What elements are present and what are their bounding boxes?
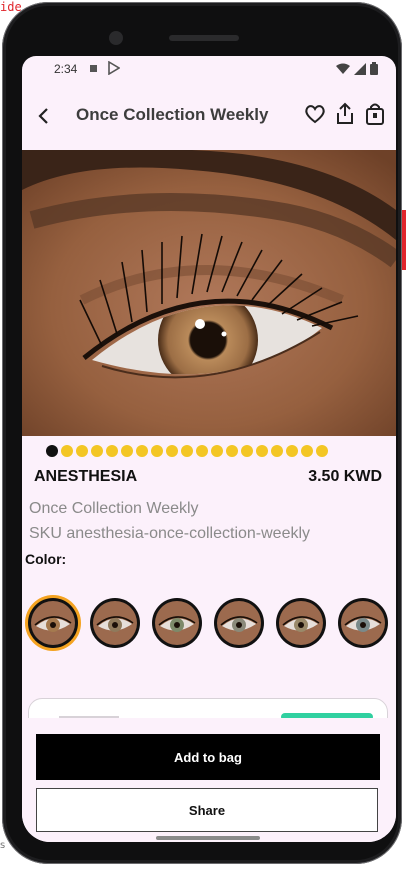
pagination-dot[interactable]	[226, 445, 238, 457]
pagination-dot[interactable]	[91, 445, 103, 457]
signal-icon	[354, 62, 366, 78]
share-button[interactable]: Share	[36, 788, 378, 832]
pagination-dot[interactable]	[106, 445, 118, 457]
status-time: 2:34	[54, 62, 78, 76]
pagination-dot[interactable]	[136, 445, 148, 457]
page-title: Once Collection Weekly	[76, 105, 269, 124]
product-price: 3.50 KWD	[308, 468, 382, 485]
pagination-dot[interactable]	[316, 445, 328, 457]
pagination-dot[interactable]	[121, 445, 133, 457]
image-pagination	[46, 445, 328, 457]
pagination-dot-active[interactable]	[46, 445, 58, 457]
color-swatch-selected[interactable]	[28, 598, 78, 648]
pagination-dot[interactable]	[181, 445, 193, 457]
notification-icon	[90, 65, 97, 72]
pagination-dot[interactable]	[286, 445, 298, 457]
color-swatch[interactable]	[338, 598, 388, 648]
share-icon[interactable]	[334, 102, 356, 126]
back-arrow-icon[interactable]	[32, 104, 56, 128]
pagination-dot[interactable]	[241, 445, 253, 457]
app-bar: Once Collection Weekly	[22, 92, 396, 138]
pagination-dot[interactable]	[301, 445, 313, 457]
earpiece	[169, 35, 239, 41]
color-swatch[interactable]	[152, 598, 202, 648]
phone-frame: 2:34 Once Collection Weekly ANESTHESIA 3…	[2, 2, 402, 864]
battery-icon	[370, 62, 378, 78]
pagination-dot[interactable]	[151, 445, 163, 457]
color-swatches	[28, 598, 396, 658]
app-screen: 2:34 Once Collection Weekly ANESTHESIA 3…	[22, 56, 396, 842]
product-sku: SKU anesthesia-once-collection-weekly	[29, 525, 311, 542]
play-store-icon	[108, 60, 121, 78]
phone-bezel: 2:34 Once Collection Weekly ANESTHESIA 3…	[6, 6, 398, 860]
shopping-bag-icon[interactable]	[364, 102, 386, 126]
pagination-dot[interactable]	[166, 445, 178, 457]
pagination-dot[interactable]	[271, 445, 283, 457]
status-bar: 2:34	[22, 56, 396, 82]
color-swatch[interactable]	[90, 598, 140, 648]
color-label: Color:	[25, 551, 67, 567]
home-indicator[interactable]	[156, 836, 260, 840]
product-image[interactable]	[22, 150, 396, 436]
color-swatch[interactable]	[276, 598, 326, 648]
pagination-dot[interactable]	[196, 445, 208, 457]
pagination-dot[interactable]	[211, 445, 223, 457]
app-bar-actions	[304, 102, 386, 126]
add-to-bag-button[interactable]: Add to bag	[36, 734, 380, 780]
status-icons	[336, 62, 378, 78]
pagination-dot[interactable]	[256, 445, 268, 457]
background-mark: s	[0, 840, 6, 851]
heart-icon[interactable]	[304, 102, 326, 126]
product-name: ANESTHESIA	[34, 468, 138, 485]
bottom-action-bar: Add to bag Share	[22, 718, 396, 842]
wifi-icon	[336, 63, 350, 78]
pagination-dot[interactable]	[76, 445, 88, 457]
pagination-dot[interactable]	[61, 445, 73, 457]
product-collection: Once Collection Weekly	[29, 500, 199, 517]
color-swatch[interactable]	[214, 598, 264, 648]
front-camera	[109, 31, 123, 45]
